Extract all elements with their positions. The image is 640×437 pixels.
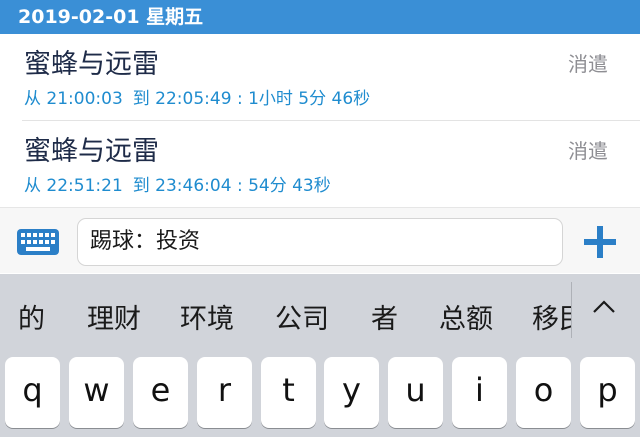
key-p[interactable]: p [580, 357, 635, 428]
start-time: 22:51:21 [46, 176, 123, 196]
candidate-word[interactable]: 者 [371, 297, 398, 336]
candidate-bar: 的 理财 环境 公司 者 总额 移民 [0, 274, 640, 344]
start-time: 21:00:03 [46, 89, 123, 109]
duration-separator: : [236, 89, 243, 109]
key-y[interactable]: y [324, 357, 379, 428]
record-row[interactable]: 蜜蜂与远雷 从 22:51:21 到 23:46:04 : 54分 43秒 消遣 [0, 121, 640, 207]
key-w[interactable]: w [69, 357, 124, 428]
record-title: 蜜蜂与远雷 [24, 49, 159, 80]
duration: 54分 43秒 [248, 176, 331, 196]
to-label: 到 [132, 176, 150, 196]
date-header: 2019-02-01 星期五 [0, 0, 640, 34]
key-r[interactable]: r [197, 357, 252, 428]
entry-input[interactable]: 踢球：投资 [77, 218, 563, 266]
key-e[interactable]: e [133, 357, 188, 428]
from-label: 从 [24, 89, 41, 109]
end-time: 22:05:49 [155, 89, 232, 109]
key-t[interactable]: t [261, 357, 316, 428]
from-label: 从 [24, 176, 41, 196]
key-o[interactable]: o [516, 357, 571, 428]
end-time: 23:46:04 [155, 176, 232, 196]
key-u[interactable]: u [388, 357, 443, 428]
record-time-range: 从 22:51:21 到 23:46:04 : 54分 43秒 [24, 171, 331, 196]
chevron-up-icon[interactable] [582, 290, 626, 326]
candidate-divider [571, 282, 572, 338]
record-time-range: 从 21:00:03 到 22:05:49 : 1小时 5分 46秒 [24, 84, 370, 109]
record-title: 蜜蜂与远雷 [24, 136, 159, 167]
candidate-word[interactable]: 公司 [275, 297, 329, 336]
candidate-word[interactable]: 移民 [532, 297, 571, 336]
duration-separator: : [236, 176, 243, 196]
candidate-word[interactable]: 总额 [439, 297, 493, 336]
candidate-word[interactable]: 环境 [180, 297, 234, 336]
record-row[interactable]: 蜜蜂与远雷 从 21:00:03 到 22:05:49 : 1小时 5分 46秒 … [0, 34, 640, 120]
input-bar: 踢球：投资 [0, 207, 640, 273]
key-i[interactable]: i [452, 357, 507, 428]
record-category[interactable]: 消遣 [568, 135, 608, 164]
plus-icon[interactable] [582, 224, 618, 260]
keyboard-icon[interactable] [16, 228, 60, 256]
duration: 1小时 5分 46秒 [248, 89, 371, 109]
record-category[interactable]: 消遣 [568, 48, 608, 77]
candidate-word[interactable]: 理财 [87, 297, 141, 336]
key-q[interactable]: q [5, 357, 60, 428]
keyboard: 的 理财 环境 公司 者 总额 移民 q w e r t y u i o p [0, 274, 640, 437]
to-label: 到 [132, 89, 150, 109]
candidate-word[interactable]: 的 [18, 297, 45, 336]
